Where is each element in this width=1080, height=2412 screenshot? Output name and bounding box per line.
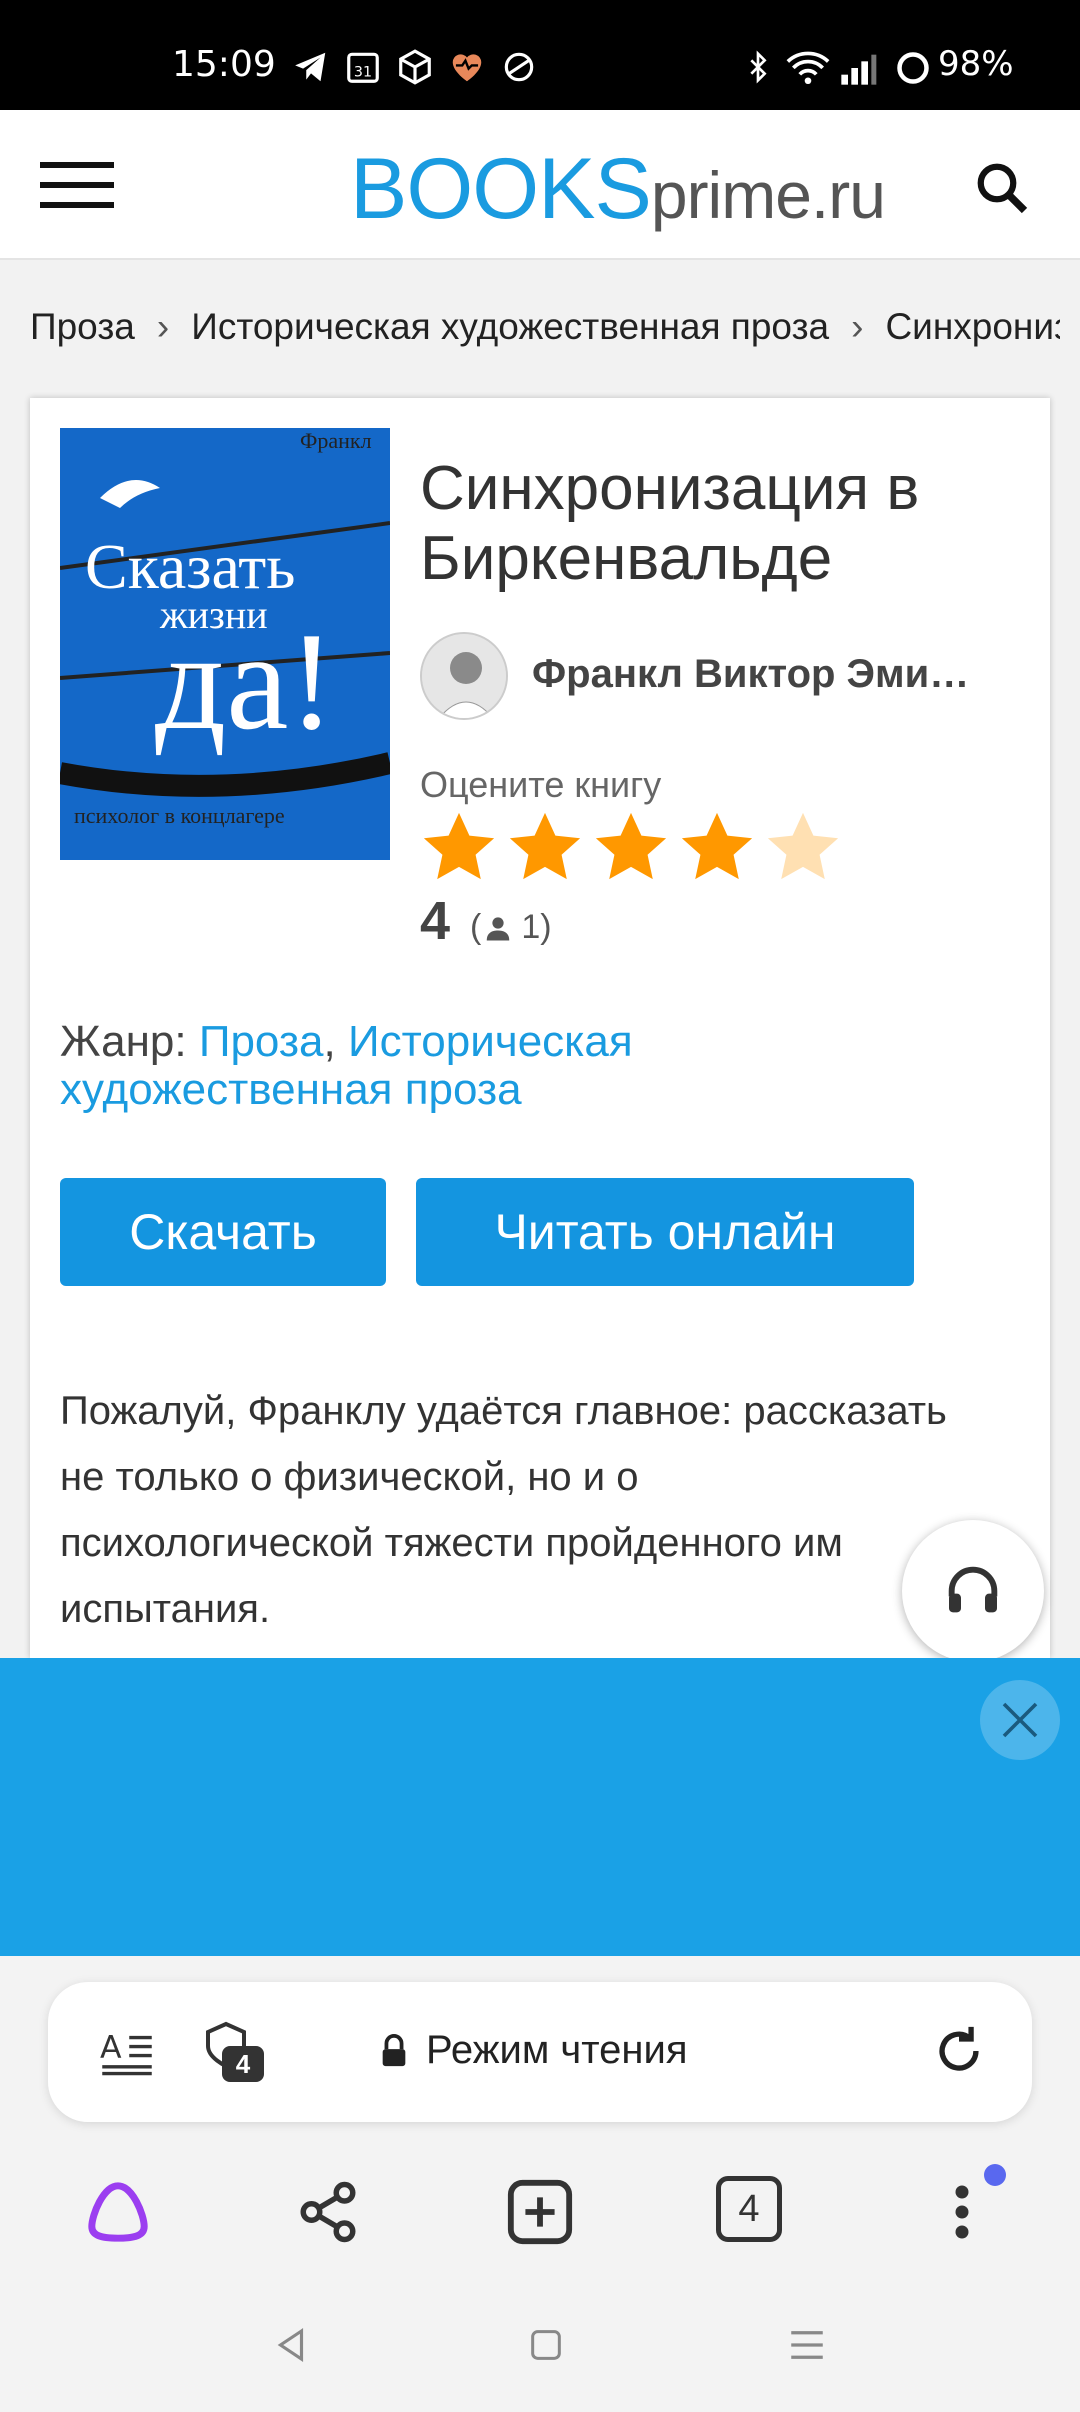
menu-icon[interactable] xyxy=(40,160,114,210)
author-link[interactable]: Франкл Виктор Эмиль xyxy=(532,652,972,697)
votes-count: 1 xyxy=(521,908,541,946)
more-menu-icon[interactable] xyxy=(926,2176,998,2248)
reader-mode-label[interactable]: Режим чтения xyxy=(380,2028,687,2073)
status-time: 15:09 xyxy=(172,44,276,85)
shield-count-badge: 4 xyxy=(222,2046,264,2082)
app-icon xyxy=(500,48,538,86)
user-icon xyxy=(487,916,510,940)
genre-separator: , xyxy=(323,1017,348,1066)
ad-close-button[interactable] xyxy=(980,1680,1060,1760)
rating-count: (1) xyxy=(470,908,552,946)
tabs-count-button[interactable]: 4 xyxy=(716,2176,782,2242)
reader-mode-text: Режим чтения xyxy=(426,2028,688,2072)
breadcrumb-item[interactable]: Историческая художественная проза xyxy=(191,306,829,347)
notification-dot xyxy=(984,2164,1006,2186)
site-logo[interactable]: BOOKSprime.ru xyxy=(350,140,886,239)
alice-icon[interactable] xyxy=(82,2176,154,2248)
star-filled-icon[interactable] xyxy=(420,808,498,886)
star-empty-icon[interactable] xyxy=(764,808,842,886)
download-button[interactable]: Скачать xyxy=(60,1178,386,1286)
headphones-icon xyxy=(948,1566,998,1613)
rating-value: 4 xyxy=(420,891,451,951)
star-filled-icon[interactable] xyxy=(506,808,584,886)
svg-text:да!: да! xyxy=(155,604,335,759)
cover-art: Франкл Сказать жизни да! психолог в конц… xyxy=(60,428,390,860)
reload-icon[interactable] xyxy=(930,2022,988,2080)
new-tab-icon[interactable] xyxy=(504,2176,576,2248)
svg-text:A: A xyxy=(100,2030,122,2066)
bluetooth-icon xyxy=(750,50,767,84)
breadcrumb-current: Синхронизация в Биркенвальде xyxy=(885,306,1060,347)
share-icon[interactable] xyxy=(292,2176,364,2248)
home-nav-icon[interactable] xyxy=(526,2324,566,2366)
genre-line: Жанр: Проза, Историческая художественная… xyxy=(60,1018,960,1114)
calendar-icon: 31 xyxy=(344,48,382,86)
book-cover[interactable]: Франкл Сказать жизни да! психолог в конц… xyxy=(60,428,390,860)
notification-icons: 31 xyxy=(292,48,538,86)
author-photo xyxy=(422,634,506,718)
breadcrumb-separator: › xyxy=(851,306,864,347)
wifi-icon xyxy=(786,51,830,85)
recents-nav-icon[interactable] xyxy=(786,2324,828,2366)
star-filled-icon[interactable] xyxy=(592,808,670,886)
reader-text-icon[interactable]: A xyxy=(100,2024,154,2078)
author-avatar[interactable] xyxy=(420,632,508,720)
battery-icon xyxy=(897,52,929,84)
genre-link[interactable]: Проза xyxy=(199,1017,324,1066)
rating-stars[interactable] xyxy=(420,808,842,886)
star-filled-icon[interactable] xyxy=(678,808,756,886)
svg-text:психолог в концлагере: психолог в концлагере xyxy=(74,803,285,828)
ad-banner[interactable] xyxy=(0,1658,1080,1956)
health-icon xyxy=(448,48,486,86)
book-title: Синхронизация в Биркенвальде xyxy=(420,454,920,593)
signal-icon xyxy=(841,54,877,85)
breadcrumb-separator: › xyxy=(156,306,170,347)
book-description: Пожалуй, Франклу удаётся главное: расска… xyxy=(60,1389,947,1631)
site-header: BOOKSprime.ru xyxy=(0,110,1080,260)
audiobook-button[interactable] xyxy=(902,1520,1044,1662)
svg-text:Франкл: Франкл xyxy=(300,428,372,453)
telegram-icon xyxy=(292,48,330,86)
search-icon[interactable] xyxy=(972,158,1032,218)
status-bar: 15:09 31 98% xyxy=(0,0,1080,110)
read-online-button[interactable]: Читать онлайн xyxy=(416,1178,914,1286)
breadcrumb: Проза › Историческая художественная проза ›… xyxy=(30,306,1060,352)
svg-text:31: 31 xyxy=(354,65,372,81)
lock-icon xyxy=(382,2033,406,2066)
back-nav-icon[interactable] xyxy=(270,2324,312,2366)
battery-percent: 98% xyxy=(938,44,1014,84)
box-icon xyxy=(396,48,434,86)
breadcrumb-item[interactable]: Проза xyxy=(30,306,135,347)
genre-label: Жанр: xyxy=(60,1017,199,1066)
rate-label: Оцените книгу xyxy=(420,764,662,805)
close-icon xyxy=(1002,1702,1038,1738)
